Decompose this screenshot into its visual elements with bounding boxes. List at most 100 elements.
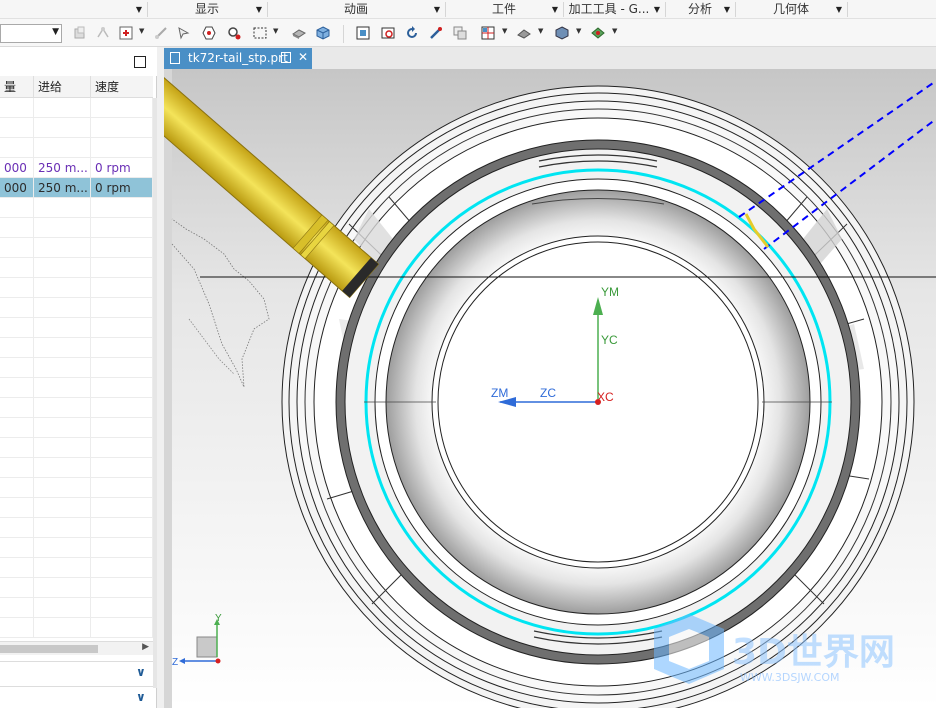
feature-icon[interactable]	[70, 24, 90, 42]
maximize-icon[interactable]	[134, 56, 146, 68]
ribbon-group-label: 工件	[491, 2, 516, 16]
ribbon-dropdown-icon[interactable]: ▼	[552, 0, 558, 19]
table-row[interactable]	[0, 278, 153, 298]
table-row[interactable]	[0, 298, 153, 318]
table-cell	[34, 498, 91, 518]
ribbon-group-display[interactable]: 显示 ▼	[148, 0, 266, 19]
ribbon-group-machining-tools[interactable]: 加工工具 - G... ▼	[564, 0, 664, 19]
table-row[interactable]	[0, 418, 153, 438]
ribbon-group-label: 分析	[687, 2, 712, 16]
table-row[interactable]	[0, 498, 153, 518]
cube-icon[interactable]	[313, 24, 333, 42]
render-style-icon[interactable]	[514, 24, 534, 42]
pan-icon[interactable]	[426, 24, 446, 42]
table-row[interactable]	[0, 458, 153, 478]
vertical-scrollbar[interactable]	[153, 98, 157, 688]
ribbon-group-animation[interactable]: 动画 ▼	[268, 0, 444, 19]
table-row[interactable]	[0, 98, 153, 118]
hexagon-icon[interactable]	[199, 24, 219, 42]
table-row[interactable]	[0, 578, 153, 598]
graphics-viewport[interactable]: YM YC ZM ZC XC Y Z 3D世界网 WWW.3DSJW.COM	[164, 69, 936, 708]
table-row[interactable]	[0, 358, 153, 378]
chevron-down-icon[interactable]: ▼	[576, 27, 581, 35]
table-cell	[34, 298, 91, 318]
ribbon-dropdown-icon[interactable]: ▼	[256, 0, 262, 19]
table-row[interactable]	[0, 538, 153, 558]
table-row[interactable]	[0, 438, 153, 458]
shaded-part-icon[interactable]	[289, 24, 309, 42]
popout-icon[interactable]	[281, 52, 291, 63]
chevron-down-icon[interactable]: ▼	[273, 27, 278, 35]
toolbar: ▼ ▼ ▼ ▼ ▼ ▼ ▼	[0, 19, 936, 47]
scrollbar-thumb[interactable]	[0, 645, 98, 653]
chevron-down-icon[interactable]: ▼	[52, 27, 59, 37]
ribbon-dropdown-icon[interactable]: ▼	[136, 0, 142, 19]
ribbon-dropdown-icon[interactable]: ▼	[836, 0, 842, 19]
edit-section-icon[interactable]	[588, 24, 608, 42]
table-row[interactable]	[0, 518, 153, 538]
table-row[interactable]	[0, 378, 153, 398]
zoom-view-icon[interactable]	[378, 24, 398, 42]
table-cell-speed	[91, 118, 153, 138]
gear-filter-icon[interactable]	[224, 24, 244, 42]
table-row[interactable]	[0, 398, 153, 418]
table-row[interactable]	[0, 598, 153, 618]
box-select-icon[interactable]	[250, 24, 270, 42]
table-row[interactable]	[0, 618, 153, 638]
table-row[interactable]	[0, 338, 153, 358]
layer-icon[interactable]	[450, 24, 470, 42]
rotate-icon[interactable]	[402, 24, 422, 42]
table-row[interactable]	[0, 238, 153, 258]
scroll-right-icon[interactable]: ▶	[142, 642, 149, 652]
table-cell	[34, 478, 91, 498]
column-header-amount[interactable]: 量	[0, 76, 34, 98]
table-cell-speed: 0 rpm	[91, 178, 153, 198]
triad-label-z: Z	[172, 657, 178, 668]
chevron-down-icon[interactable]: ∨	[136, 690, 146, 704]
table-cell	[0, 458, 34, 478]
snap-icon[interactable]	[93, 24, 113, 42]
table-cell	[0, 258, 34, 278]
table-cell	[34, 438, 91, 458]
chevron-down-icon[interactable]: ▼	[538, 27, 543, 35]
fit-view-icon[interactable]	[353, 24, 373, 42]
table-row[interactable]	[0, 198, 153, 218]
table-cell	[91, 558, 153, 578]
table-cell	[0, 498, 34, 518]
arrow-icon[interactable]	[174, 24, 194, 42]
ribbon-dropdown-icon[interactable]: ▼	[724, 0, 730, 19]
filter-combo[interactable]: ▼	[0, 24, 62, 43]
select-point-icon[interactable]	[116, 24, 136, 42]
table-row[interactable]	[0, 218, 153, 238]
table-row[interactable]	[0, 558, 153, 578]
table-row[interactable]: 000 250 m... 0 rpm	[0, 158, 153, 178]
table-row[interactable]	[0, 318, 153, 338]
view-orient-icon[interactable]	[478, 24, 498, 42]
table-row[interactable]: 000 250 m... 0 rpm	[0, 178, 153, 198]
table-row[interactable]	[0, 138, 153, 158]
ribbon-group-geometry[interactable]: 几何体 ▼	[736, 0, 846, 19]
shaded-cube-icon[interactable]	[552, 24, 572, 42]
document-tab[interactable]: tk72r-tail_stp.prt ✕	[164, 48, 312, 69]
details-expander[interactable]: ∨	[0, 661, 153, 683]
dependencies-expander[interactable]: ∨	[0, 686, 153, 708]
close-icon[interactable]: ✕	[298, 50, 308, 64]
ribbon-group-workpiece[interactable]: 工件 ▼	[446, 0, 562, 19]
chevron-down-icon[interactable]: ▼	[139, 27, 144, 35]
table-row[interactable]	[0, 478, 153, 498]
measure-icon[interactable]	[151, 24, 171, 42]
column-header-speed[interactable]: 速度	[91, 76, 153, 98]
ribbon-group-previous[interactable]: ▼	[0, 0, 146, 19]
ribbon-dropdown-icon[interactable]: ▼	[654, 0, 660, 19]
ribbon-dropdown-icon[interactable]: ▼	[434, 0, 440, 19]
table-row[interactable]	[0, 118, 153, 138]
chevron-down-icon[interactable]: ▼	[502, 27, 507, 35]
ribbon-group-analysis[interactable]: 分析 ▼	[666, 0, 734, 19]
chevron-down-icon[interactable]: ▼	[612, 27, 617, 35]
horizontal-scrollbar[interactable]: ▶	[0, 641, 153, 655]
column-header-feed[interactable]: 进给	[34, 76, 91, 98]
table-cell	[34, 338, 91, 358]
chevron-down-icon[interactable]: ∨	[136, 665, 146, 679]
table-row[interactable]	[0, 258, 153, 278]
navigator-rows: 000 250 m... 0 rpm 000 250 m... 0 rpm	[0, 98, 153, 638]
